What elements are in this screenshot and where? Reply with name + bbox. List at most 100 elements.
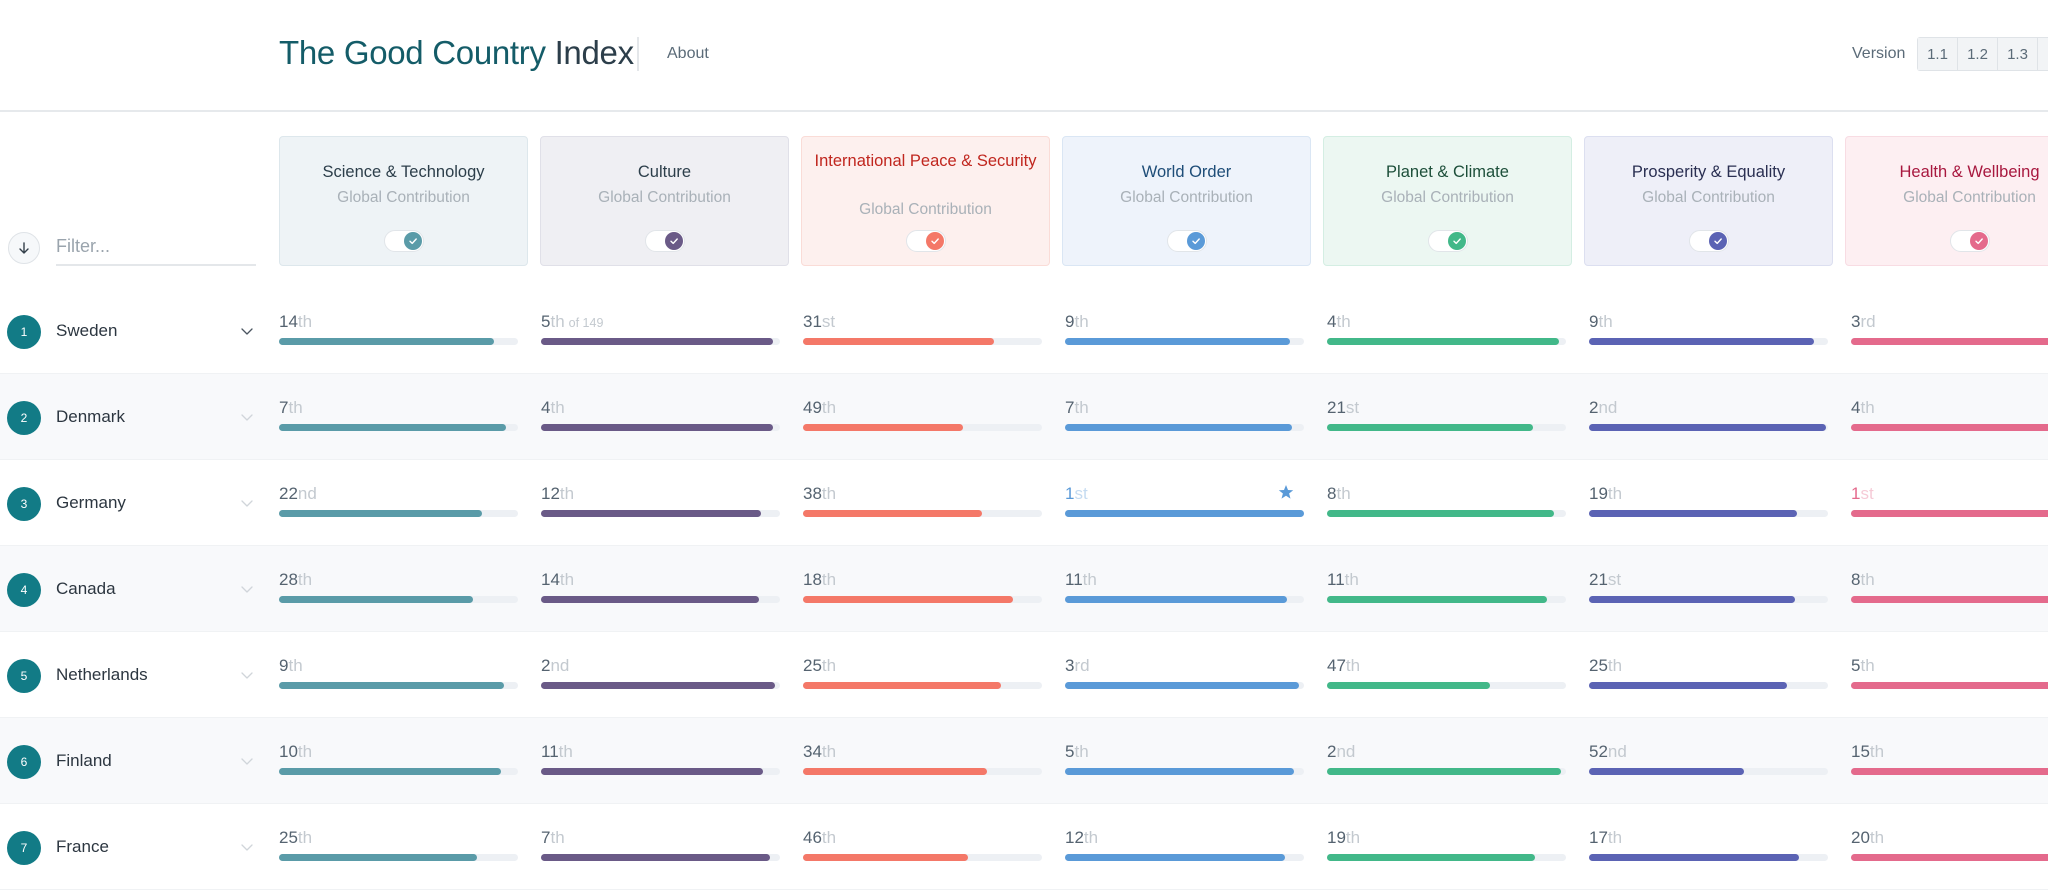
- score-bar-fill: [1065, 682, 1300, 689]
- score-bar-fill: [541, 424, 773, 431]
- category-score: 9th: [279, 656, 518, 696]
- category-toggle[interactable]: [1427, 230, 1468, 252]
- score-rank: 11th: [1327, 570, 1566, 590]
- expand-chevron-icon[interactable]: [240, 840, 254, 854]
- score-bar-fill: [1327, 682, 1490, 689]
- category-toggle[interactable]: [1166, 230, 1207, 252]
- score-bar-fill: [279, 682, 504, 689]
- rank-suffix: th: [1074, 742, 1089, 761]
- category-toggle[interactable]: [1688, 230, 1729, 252]
- score-bar-fill: [279, 510, 483, 517]
- score-bar-track: [279, 424, 518, 431]
- score-rank: 34th: [803, 742, 1042, 762]
- score-bar-track: [541, 424, 780, 431]
- expand-chevron-icon[interactable]: [240, 496, 254, 510]
- expand-chevron-icon[interactable]: [240, 668, 254, 682]
- score-bar-fill: [1851, 854, 2048, 861]
- category-subtitle: Global Contribution: [1381, 189, 1514, 206]
- arrow-down-icon: [19, 242, 29, 254]
- expand-chevron-icon[interactable]: [240, 754, 254, 768]
- version-button-1-2[interactable]: 1.2: [1958, 38, 1998, 70]
- rank-number: 38: [803, 484, 822, 503]
- category-score: 7th: [1065, 398, 1304, 438]
- filter-input[interactable]: [56, 228, 256, 266]
- country-row[interactable]: 5 Netherlands 9th 2nd 25th 3rd 47th 25th 5th: [0, 632, 2048, 718]
- score-bar-fill: [1589, 854, 1800, 861]
- rank-suffix: st: [821, 312, 836, 331]
- score-bar-fill: [1065, 768, 1295, 775]
- score-bar-track: [803, 854, 1042, 861]
- score-bar-track: [803, 768, 1042, 775]
- category-score: 12th: [1065, 828, 1304, 868]
- version-button-next[interactable]: 1: [2038, 38, 2048, 70]
- country-row[interactable]: 4 Canada 28th 14th 18th 11th 11th 21st 8th: [0, 546, 2048, 632]
- rank-suffix: th: [1344, 570, 1359, 589]
- version-button-1-3[interactable]: 1.3: [1998, 38, 2038, 70]
- about-link[interactable]: About: [667, 45, 709, 63]
- country-name[interactable]: France: [56, 837, 109, 857]
- category-subtitle: Global Contribution: [337, 189, 470, 206]
- rank-suffix: th: [1869, 742, 1885, 761]
- category-card: Science & Technology Global Contribution: [279, 136, 528, 266]
- score-rank: 8th: [1327, 484, 1566, 504]
- country-row[interactable]: 3 Germany 22nd 12th 38th 1st 8th 19th 1st: [0, 460, 2048, 546]
- score-bar-fill: [1065, 510, 1304, 517]
- score-rank: 4th: [1327, 312, 1566, 332]
- category-toggle[interactable]: [1949, 230, 1990, 252]
- rank-number: 25: [1589, 656, 1608, 675]
- score-bar-fill: [1589, 596, 1795, 603]
- expand-chevron-icon[interactable]: [240, 324, 254, 338]
- score-bar-track: [1589, 768, 1828, 775]
- category-score: 49th: [803, 398, 1042, 438]
- score-bar-fill: [803, 768, 987, 775]
- score-bar-fill: [541, 596, 759, 603]
- rank-total: of 149: [568, 316, 604, 330]
- site-logo[interactable]: The Good Country Index: [279, 34, 634, 72]
- country-name[interactable]: Denmark: [56, 407, 125, 427]
- score-bar-track: [803, 424, 1042, 431]
- check-icon: [1974, 238, 1983, 245]
- score-bar-track: [1851, 596, 2048, 603]
- toggle-knob: [403, 232, 422, 250]
- rank-suffix: nd: [1607, 742, 1627, 761]
- country-row[interactable]: 1 Sweden 14th 5th of 149 31st 9th 4th 9th 3rd: [0, 288, 2048, 374]
- rank-number: 19: [1327, 828, 1346, 847]
- score-bar-track: [1589, 682, 1828, 689]
- sort-button[interactable]: [8, 232, 40, 264]
- score-bar-fill: [1851, 510, 2048, 517]
- score-rank: 10th: [279, 742, 518, 762]
- score-rank: 9th: [279, 656, 518, 676]
- score-bar-track: [1851, 854, 2048, 861]
- score-bar-fill: [279, 338, 495, 345]
- category-toggle[interactable]: [383, 230, 424, 252]
- top-header: The Good Country Index About Version 1.1…: [0, 0, 2048, 112]
- score-rank: 4th: [1851, 398, 2048, 418]
- country-row[interactable]: 6 Finland 10th 11th 34th 5th 2nd 52nd 15th: [0, 718, 2048, 804]
- score-rank: 3rd: [1065, 656, 1304, 676]
- score-bar-fill: [1327, 596, 1547, 603]
- score-bar-track: [279, 768, 518, 775]
- country-row[interactable]: 7 France 25th 7th 46th 12th 19th 17th 20th: [0, 804, 2048, 890]
- country-name[interactable]: Sweden: [56, 321, 117, 341]
- category-title: World Order: [1141, 163, 1232, 181]
- country-name[interactable]: Canada: [56, 579, 116, 599]
- expand-chevron-icon[interactable]: [240, 582, 254, 596]
- rank-badge: 6: [7, 745, 41, 779]
- category-toggle[interactable]: [644, 230, 685, 252]
- score-bar-track: [1327, 768, 1566, 775]
- country-name[interactable]: Netherlands: [56, 665, 148, 685]
- expand-chevron-icon[interactable]: [240, 410, 254, 424]
- country-name[interactable]: Germany: [56, 493, 126, 513]
- country-row[interactable]: 2 Denmark 7th 4th 49th 7th 21st 2nd 4th: [0, 374, 2048, 460]
- score-rank: 18th: [803, 570, 1042, 590]
- country-name[interactable]: Finland: [56, 751, 112, 771]
- score-bar-track: [1851, 682, 2048, 689]
- rank-number: 52: [1589, 742, 1608, 761]
- version-button-1-1[interactable]: 1.1: [1918, 38, 1958, 70]
- category-card: Culture Global Contribution: [540, 136, 789, 266]
- category-score: 21st: [1327, 398, 1566, 438]
- rank-suffix: th: [821, 656, 837, 675]
- rank-suffix: th: [1345, 828, 1361, 847]
- category-toggle[interactable]: [905, 230, 946, 252]
- score-rank: 25th: [279, 828, 518, 848]
